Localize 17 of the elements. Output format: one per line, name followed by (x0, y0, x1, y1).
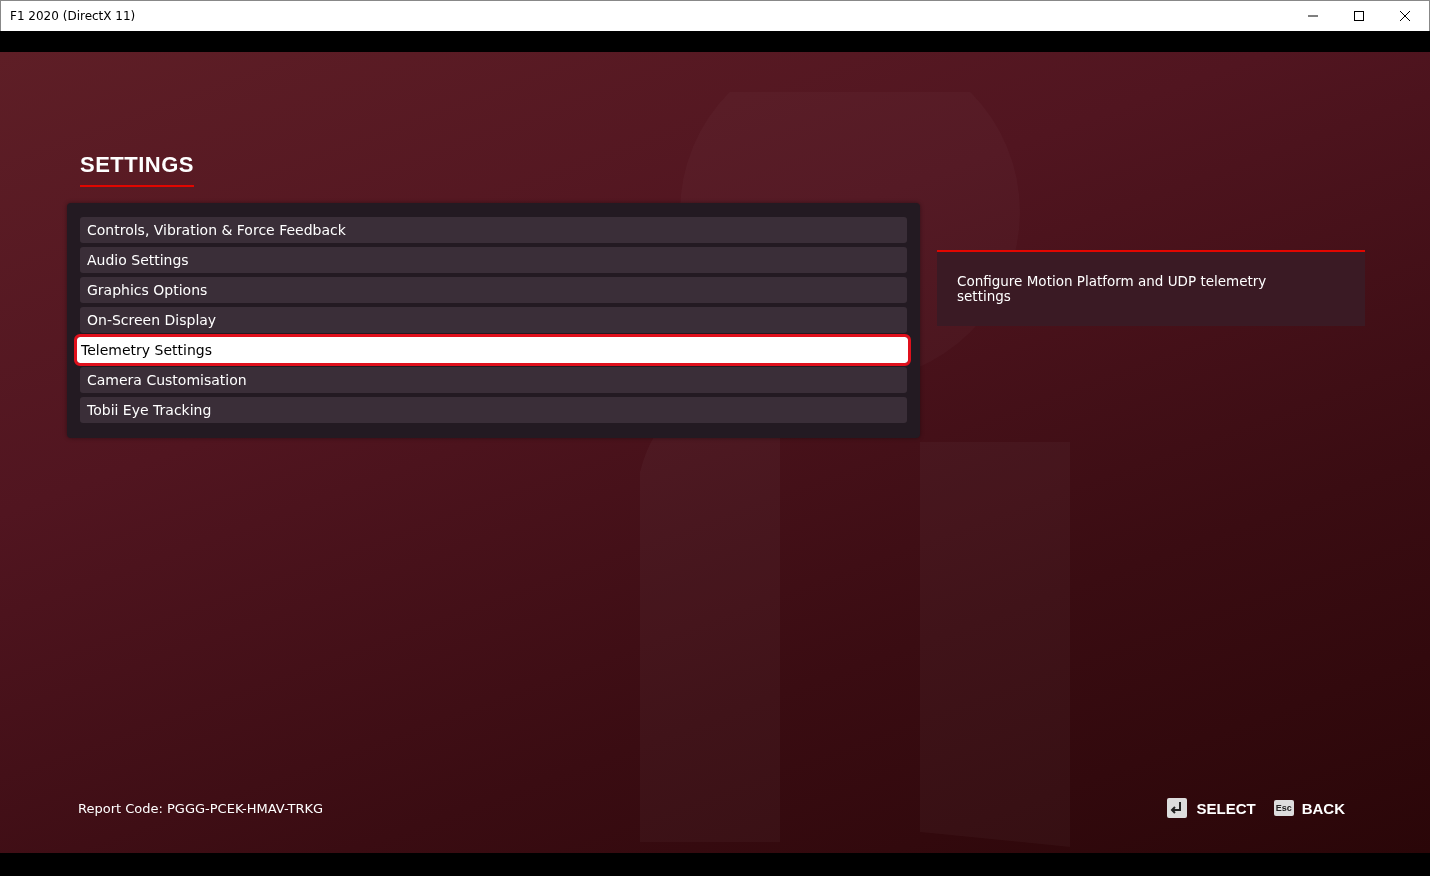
window-title: F1 2020 (DirectX 11) (10, 9, 136, 23)
page-heading: SETTINGS (80, 152, 194, 187)
menu-item[interactable]: Camera Customisation (80, 367, 907, 393)
esc-key-icon: Esc (1273, 800, 1294, 816)
maximize-icon[interactable] (1353, 10, 1365, 22)
menu-item[interactable]: Audio Settings (80, 247, 907, 273)
enter-key-icon (1166, 797, 1189, 819)
action-button[interactable]: SELECT (1166, 797, 1256, 819)
menu-item[interactable]: Tobii Eye Tracking (80, 397, 907, 423)
action-button[interactable]: Esc BACK (1273, 797, 1345, 819)
menu-item[interactable]: Graphics Options (80, 277, 907, 303)
menu-item[interactable]: Telemetry Settings (77, 337, 908, 363)
close-icon[interactable] (1399, 10, 1411, 22)
report-code: Report Code: PGGG-PCEK-HMAV-TRKG (78, 800, 323, 816)
description-text: Configure Motion Platform and UDP telemetry settings (957, 274, 1268, 304)
menu-item[interactable]: Controls, Vibration & Force Feedback (80, 217, 907, 243)
menu-item[interactable]: On-Screen Display (80, 307, 907, 333)
